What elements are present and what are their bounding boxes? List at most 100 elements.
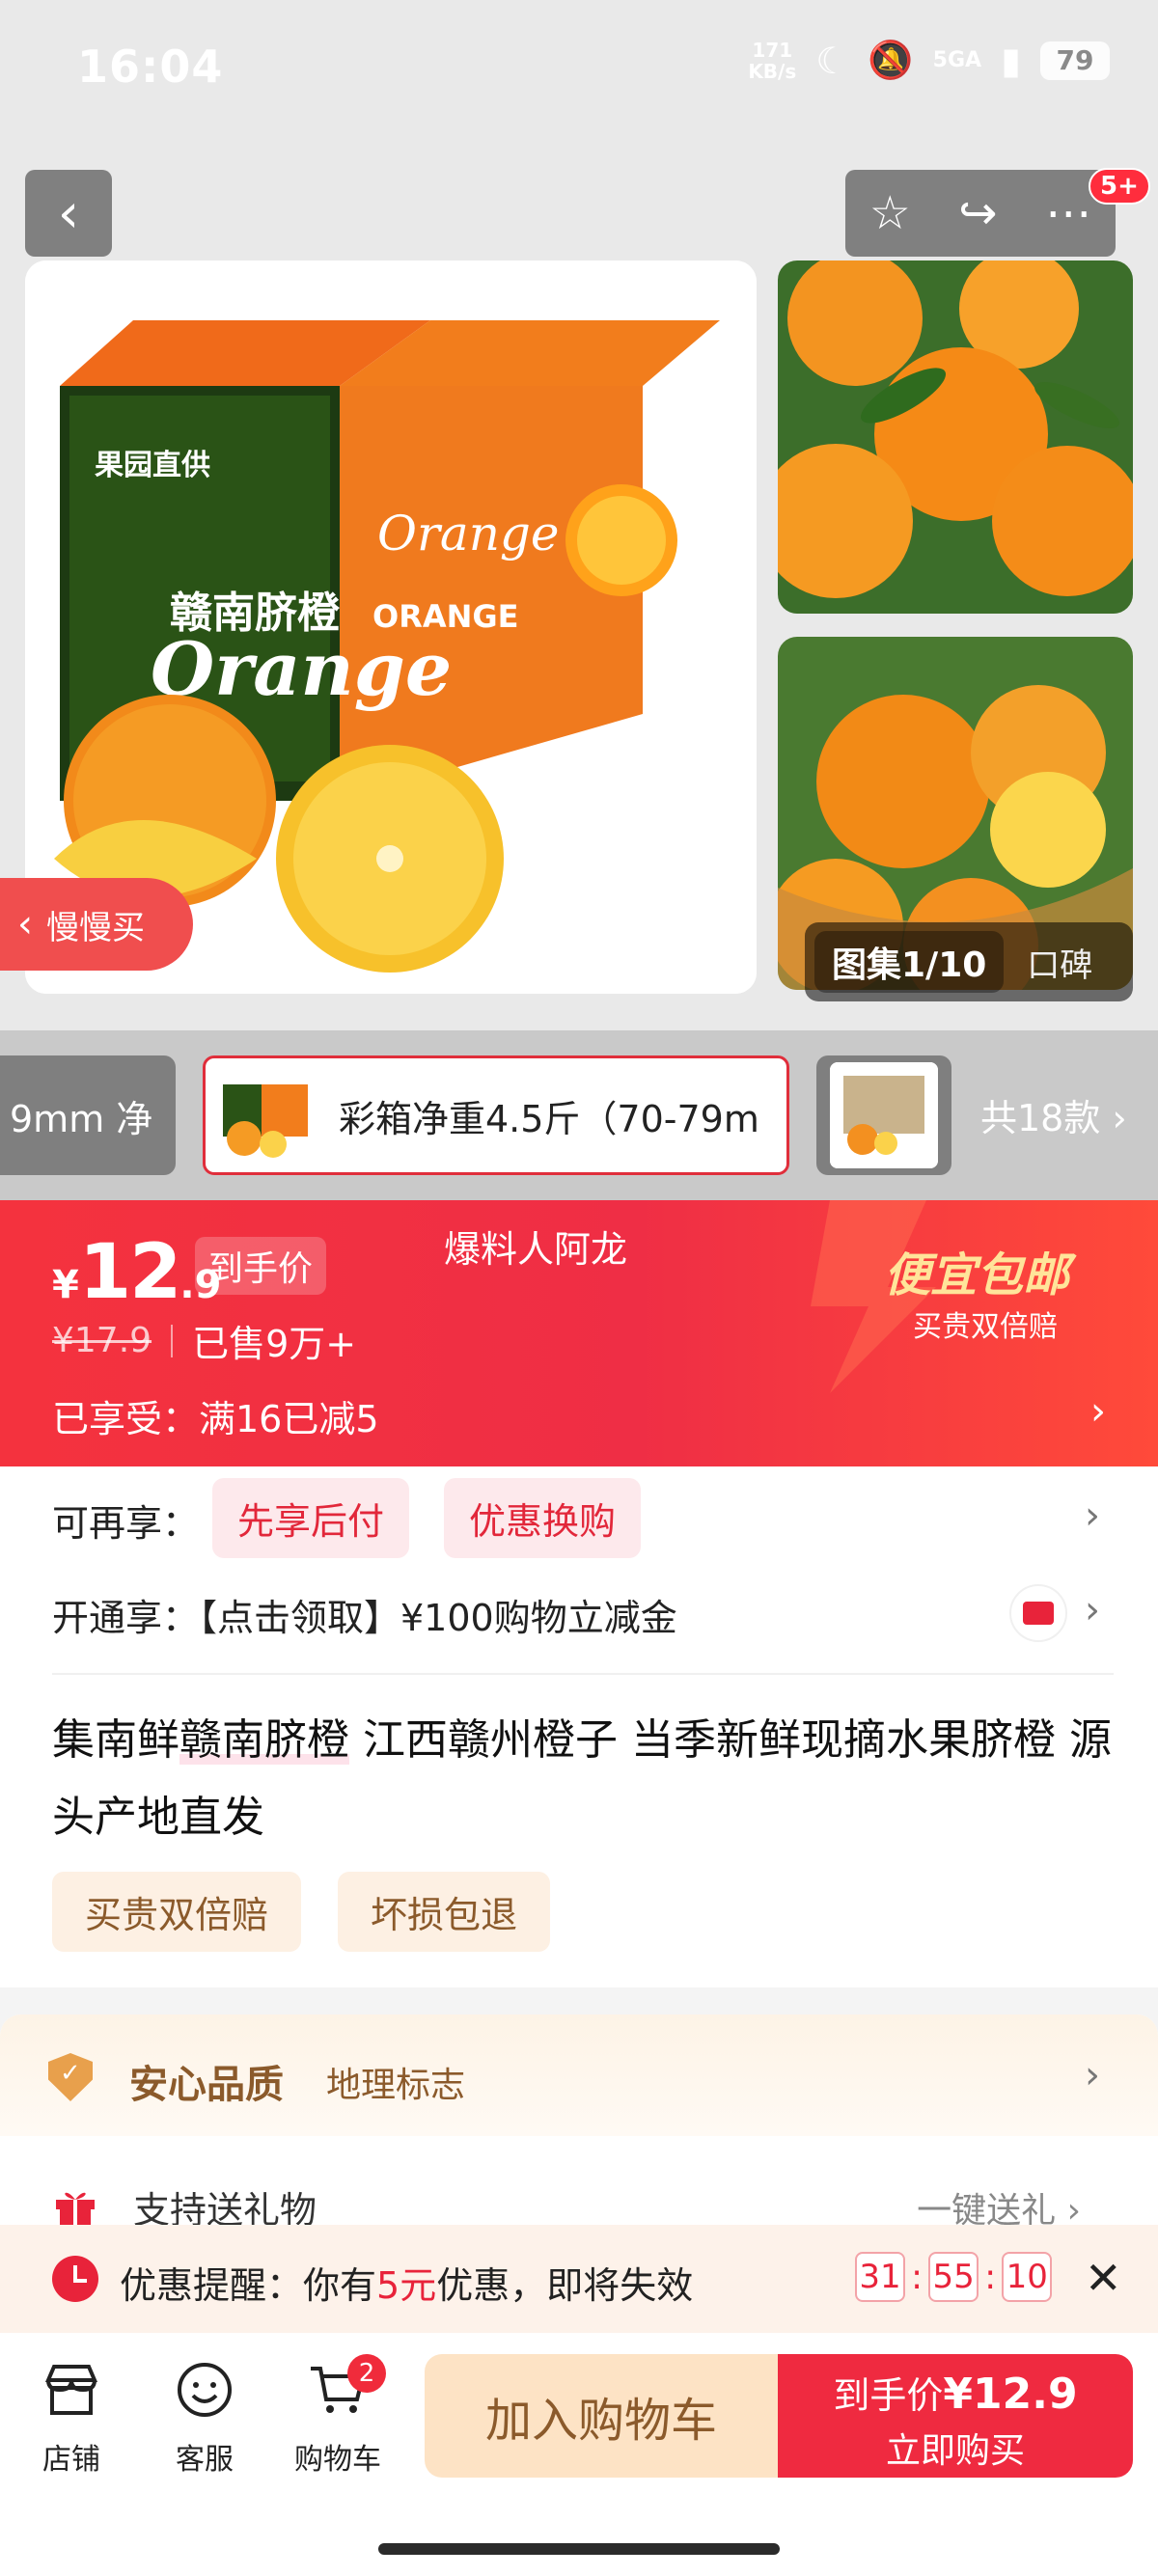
gallery-thumb-oranges[interactable] xyxy=(778,260,1133,614)
home-indicator[interactable] xyxy=(378,2543,780,2555)
sold-count: 已售9万+ xyxy=(192,1323,357,1365)
price-band: ¥ 12 .9 到手价 爆料人阿龙 ¥17.9 已售9万+ 已享受：满16已减5… xyxy=(0,1200,1158,1466)
timer-hours: 31 xyxy=(855,2252,905,2302)
gallery-count[interactable]: 图集1/10 xyxy=(814,931,1005,993)
bell-muted-icon: 🔕 xyxy=(868,39,914,81)
gift-icon xyxy=(56,2192,95,2229)
reminder-text: 优惠提醒：你有5元优惠，即将失效 xyxy=(120,2256,693,2309)
timer-colon: : xyxy=(911,2257,924,2297)
slow-buy-button[interactable]: ‹ 慢慢买 xyxy=(0,878,193,971)
tab-cart-label: 购物车 xyxy=(294,2443,381,2477)
net-speed-unit: KB/s xyxy=(748,59,797,83)
price-currency: ¥ xyxy=(52,1263,79,1307)
buy-price-label: 到手价 xyxy=(833,2374,944,2417)
reporter-label: 爆料人阿龙 xyxy=(444,1228,628,1271)
open-benefit-label[interactable]: 开通享：【点击领取】¥100购物立减金 xyxy=(52,1588,677,1641)
cart-count-badge: 2 xyxy=(347,2354,386,2393)
timer-colon: : xyxy=(984,2257,997,2297)
battery-icon: 79 xyxy=(1040,41,1110,80)
smiley-icon xyxy=(147,2356,262,2424)
box-side-script: Orange xyxy=(377,506,560,562)
product-title: 集南鲜赣南脐橙 江西赣州橙子 当季新鲜现摘水果脐橙 源头产地直发 xyxy=(52,1702,1123,1856)
close-icon[interactable]: ✕ xyxy=(1085,2252,1122,2304)
status-icons: 171 KB/s ☾ 🔕 5GA ▮ 79 xyxy=(748,39,1110,82)
star-icon[interactable]: ☆ xyxy=(869,186,911,240)
signal-icon: ▮ xyxy=(1001,39,1021,82)
price-tag: 到手价 xyxy=(195,1237,327,1295)
tab-store-label: 店铺 xyxy=(42,2443,100,2477)
trade-in-chip[interactable]: 优惠换购 xyxy=(444,1478,642,1558)
signal-label: 5GA xyxy=(932,48,982,72)
title-highlight[interactable]: 赣南脐橙 xyxy=(179,1715,349,1765)
variant-total-label: 共18款 xyxy=(980,1097,1101,1139)
variant-option-prev[interactable]: 9mm 净 xyxy=(0,1055,176,1175)
variant-option-selected[interactable]: 彩箱净重4.5斤（70-79m xyxy=(203,1055,789,1175)
price-integer: 12 xyxy=(78,1229,182,1316)
store-icon xyxy=(14,2356,129,2424)
more-benefits-label: 可再享： xyxy=(52,1502,200,1545)
quality-title: 安心品质 xyxy=(129,2063,284,2107)
buy-now-label: 立即购买 xyxy=(885,2431,1025,2471)
timer-seconds: 10 xyxy=(1002,2252,1053,2302)
gallery-badge[interactable]: 图集1/10 口碑 xyxy=(805,922,1133,1001)
discount-reminder-bar: 优惠提醒：你有5元优惠，即将失效 31 : 55 : 10 ✕ xyxy=(0,2225,1158,2333)
clock-icon xyxy=(52,2256,98,2302)
chevron-left-icon: ‹ xyxy=(57,181,80,245)
benefits-panel: 可再享： 先享后付 优惠换购 › 开通享：【点击领取】¥100购物立减金 › 集… xyxy=(0,1466,1158,1987)
gallery-reviews-tab[interactable]: 口碑 xyxy=(1027,939,1092,986)
discount-applied[interactable]: 已享受：满16已减5 xyxy=(52,1389,379,1442)
net-speed-value: 171 xyxy=(752,38,793,62)
chevron-right-icon[interactable]: › xyxy=(1085,1588,1100,1632)
add-to-cart-button[interactable]: 加入购物车 xyxy=(425,2354,778,2478)
reminder-amount: 5元 xyxy=(376,2264,437,2307)
tab-store[interactable]: 店铺 xyxy=(14,2356,129,2478)
quality-row[interactable]: 安心品质 地理标志 › xyxy=(0,2014,1158,2136)
slow-buy-label: 慢慢买 xyxy=(46,908,145,947)
original-price-row: ¥17.9 已售9万+ xyxy=(52,1314,356,1367)
chevron-left-icon: ‹ xyxy=(17,902,33,946)
tab-service-label: 客服 xyxy=(176,2443,234,2477)
countdown-timer: 31 : 55 : 10 xyxy=(855,2252,1053,2302)
timer-minutes: 55 xyxy=(928,2252,979,2302)
variant-prev-label: 9mm 净 xyxy=(10,1097,153,1140)
shield-check-icon xyxy=(48,2053,93,2101)
pay-later-chip[interactable]: 先享后付 xyxy=(212,1478,410,1558)
share-icon[interactable]: ↪ xyxy=(958,186,997,240)
variant-thumbnail xyxy=(215,1069,316,1162)
coupon-card-icon xyxy=(1009,1584,1067,1642)
oranges-tree-photo xyxy=(778,260,1133,614)
variant-kraft-box-thumb xyxy=(830,1062,938,1168)
variant-total-link[interactable]: 共18款 › xyxy=(980,1088,1127,1141)
reminder-prefix: 优惠提醒：你有 xyxy=(120,2264,377,2307)
message-badge: 5+ xyxy=(1089,168,1150,205)
variant-option-next[interactable] xyxy=(816,1055,951,1175)
buy-now-button[interactable]: 到手价¥12.9 立即购买 xyxy=(778,2354,1133,2478)
quality-subtitle: 地理标志 xyxy=(326,2066,466,2105)
more-icon[interactable]: ⋯ xyxy=(1045,186,1091,240)
moon-icon: ☾ xyxy=(815,39,849,82)
chevron-right-icon: › xyxy=(1085,2053,1100,2097)
tab-service[interactable]: 客服 xyxy=(147,2356,262,2478)
variant-box-thumb xyxy=(215,1069,316,1162)
product-detail-page: 16:04 171 KB/s ☾ 🔕 5GA ▮ 79 ‹ ☆ ↪ ⋯ 5+ O… xyxy=(0,0,1158,2576)
divider xyxy=(52,1673,1114,1675)
title-prefix: 集南鲜 xyxy=(52,1715,179,1765)
chevron-right-icon[interactable]: › xyxy=(1090,1389,1106,1434)
back-button[interactable]: ‹ xyxy=(25,170,112,257)
variant-thumbnail-next xyxy=(830,1062,938,1168)
promo-subtitle: 买贵双倍赔 xyxy=(913,1310,1058,1344)
bottom-action-bar: 店铺 客服 购物车 2 加入购物车 到手价¥12.9 立即购买 xyxy=(0,2333,1158,2576)
status-bar: 16:04 171 KB/s ☾ 🔕 5GA ▮ 79 xyxy=(0,0,1158,135)
header-actions: ☆ ↪ ⋯ xyxy=(845,170,1116,257)
buy-price-line: 到手价¥12.9 xyxy=(778,2366,1133,2419)
box-badge-text: 果园直供 xyxy=(95,449,210,482)
service-tag-damage-refund[interactable]: 坏损包退 xyxy=(338,1872,551,1952)
variant-selected-label: 彩箱净重4.5斤（70-79m xyxy=(339,1097,759,1140)
chevron-right-icon[interactable]: › xyxy=(1085,1494,1100,1538)
buy-price-value: ¥12.9 xyxy=(943,2370,1078,2419)
original-price: ¥17.9 xyxy=(52,1321,152,1360)
reminder-suffix: 优惠，即将失效 xyxy=(436,2264,694,2307)
service-tag-price-protect[interactable]: 买贵双倍赔 xyxy=(52,1872,302,1952)
net-speed: 171 KB/s xyxy=(748,40,796,82)
promo-title[interactable]: 便宜包邮 xyxy=(884,1237,1069,1304)
